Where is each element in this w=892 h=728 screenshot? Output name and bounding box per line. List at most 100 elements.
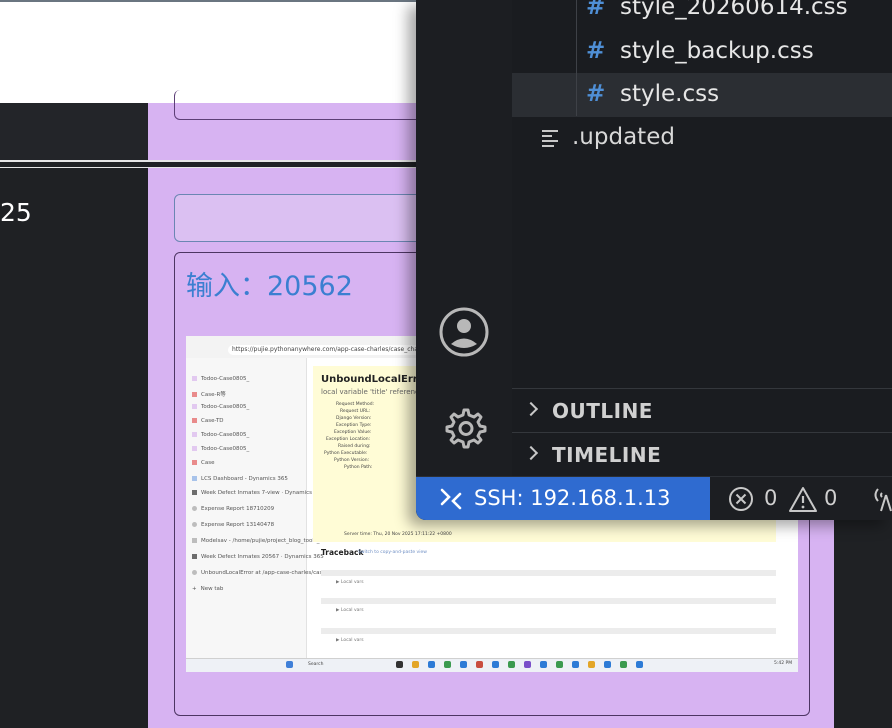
- file-name: style_20260614.css: [620, 0, 848, 20]
- local-vars-toggle: ▶ Local vars: [336, 608, 364, 613]
- sidebar-tab: Modelsav - /home/pujie/project_blog_tool…: [192, 538, 330, 544]
- taskbar-clock: 5:42 PM: [774, 661, 793, 666]
- ssh-label: SSH: 192.168.1.13: [474, 486, 671, 510]
- sidebar-tab: Todoo-Case0805_: [192, 446, 249, 452]
- error-icon[interactable]: [728, 486, 754, 512]
- plus-icon: +: [192, 586, 197, 592]
- taskbar-search: Search: [308, 662, 324, 667]
- css-file-icon: #: [586, 0, 606, 20]
- windows-start-icon: [286, 661, 293, 668]
- traceback-code-line: [321, 598, 776, 604]
- taskbar-app-icon: [396, 661, 403, 668]
- detail-label: Python Path:: [344, 465, 373, 470]
- remote-icon: [440, 488, 462, 510]
- tab-favicon-icon: [192, 392, 197, 397]
- sidebar-tab: Case-R等: [192, 390, 226, 398]
- sidebar-tab: LCS Dashboard - Dynamics 365: [192, 476, 288, 482]
- file-item-style-backup[interactable]: # style_backup.css: [512, 30, 892, 74]
- detail-label: Python Version:: [334, 458, 370, 463]
- local-vars-toggle: ▶ Local vars: [336, 580, 364, 585]
- divider: [0, 160, 416, 168]
- file-item-updated[interactable]: .updated: [572, 124, 675, 150]
- detail-label: Django Version:: [336, 416, 372, 421]
- detail-label: Exception Type:: [336, 423, 372, 428]
- tab-favicon-icon: [192, 476, 197, 481]
- previous-message-card: [174, 90, 434, 120]
- taskbar-app-icon: [444, 661, 451, 668]
- taskbar-app-icon: [636, 661, 643, 668]
- file-name: style_backup.css: [620, 38, 814, 64]
- sidebar-tab: Todoo-Case0805_: [192, 404, 249, 410]
- tab-favicon-icon: [192, 460, 197, 465]
- tab-favicon-icon: [192, 418, 197, 423]
- taskbar-app-icon: [508, 661, 515, 668]
- detail-label: Exception Value:: [334, 430, 372, 435]
- sidebar-tab: Todoo-Case0805_: [192, 432, 249, 438]
- tab-favicon-icon: [192, 404, 197, 409]
- tab-favicon-icon: [192, 570, 197, 575]
- text-file-icon: [542, 126, 560, 147]
- browser-sidebar: Todoo-Case0805_ Case-R等 Todoo-Case0805_ …: [186, 358, 330, 658]
- taskbar-app-icon: [604, 661, 611, 668]
- file-name: style.css: [620, 81, 720, 107]
- taskbar-app-icon: [556, 661, 563, 668]
- account-icon[interactable]: [438, 306, 490, 358]
- sidebar-tab-active: UnboundLocalError at /app-case-charles/c…: [192, 570, 328, 576]
- gear-icon[interactable]: [440, 404, 488, 452]
- status-bar: SSH: 192.168.1.13 0 0: [416, 476, 892, 520]
- local-vars-toggle: ▶ Local vars: [336, 638, 364, 643]
- css-file-icon: #: [586, 38, 606, 64]
- error-subtitle: local variable 'title' referenced: [321, 388, 428, 396]
- editor-panel: # style_20260614.css # style_backup.css …: [416, 0, 892, 520]
- traceback-code-line: [321, 570, 776, 576]
- taskbar-app-icon: [620, 661, 627, 668]
- input-label: 输入：20562: [186, 271, 353, 302]
- file-item-style-20260614[interactable]: # style_20260614.css: [512, 0, 892, 30]
- taskbar-app-icon: [460, 661, 467, 668]
- taskbar-app-icon: [428, 661, 435, 668]
- timeline-section[interactable]: TIMELINE: [512, 434, 892, 478]
- sidebar-tab: Expense Report 13140478: [192, 522, 274, 528]
- error-count: 0: [764, 486, 778, 510]
- sidebar-tab: Expense Report 18710209: [192, 506, 274, 512]
- taskbar-app-icon: [540, 661, 547, 668]
- tab-favicon-icon: [192, 376, 197, 381]
- detail-label: Python Executable:: [324, 451, 368, 456]
- tab-favicon-icon: [192, 522, 197, 527]
- left-dark-panel: [0, 168, 148, 718]
- tree-indent-guide: [576, 0, 577, 116]
- taskbar-app-icon: [492, 661, 499, 668]
- tab-favicon-icon: [192, 490, 197, 495]
- tab-favicon-icon: [192, 506, 197, 511]
- traceback-hint: Switch to copy-and-paste view: [358, 550, 427, 555]
- detail-label: Raised during:: [338, 444, 371, 449]
- section-divider: [512, 388, 892, 389]
- detail-label: Request URL:: [340, 409, 371, 414]
- css-file-icon: #: [586, 81, 606, 107]
- tab-favicon-icon: [192, 446, 197, 451]
- section-divider: [512, 432, 892, 433]
- left-number: 25: [0, 198, 32, 227]
- warning-count: 0: [824, 486, 838, 510]
- sidebar-tab: Week Defect Inmates 20567 · Dynamics 365: [192, 554, 324, 560]
- warning-icon[interactable]: [788, 485, 818, 513]
- tab-favicon-icon: [192, 554, 197, 559]
- remote-ssh-button[interactable]: SSH: 192.168.1.13: [416, 477, 710, 520]
- detail-label: Request Method:: [336, 402, 375, 407]
- top-white-panel: [0, 0, 416, 103]
- server-time: Server time: Thu, 20 Nov 2025 17:11:22 +…: [344, 532, 452, 537]
- file-item-style[interactable]: # style.css: [512, 73, 892, 117]
- activity-bar: [416, 0, 512, 476]
- broadcast-icon[interactable]: [872, 485, 892, 513]
- chevron-right-icon: [523, 401, 539, 417]
- left-dark-strip: [0, 103, 148, 160]
- sidebar-tab: Week Defect Inmates 7-view · Dynamics 36…: [192, 490, 324, 496]
- outline-label: OUTLINE: [552, 399, 653, 423]
- sidebar-tab: Case-TD: [192, 418, 224, 424]
- taskbar-app-icon: [412, 661, 419, 668]
- text-input-box[interactable]: [174, 194, 434, 242]
- traceback-code-line: [321, 628, 776, 634]
- outline-section[interactable]: OUTLINE: [512, 390, 892, 434]
- taskbar-app-icon: [524, 661, 531, 668]
- taskbar-app-icon: [572, 661, 579, 668]
